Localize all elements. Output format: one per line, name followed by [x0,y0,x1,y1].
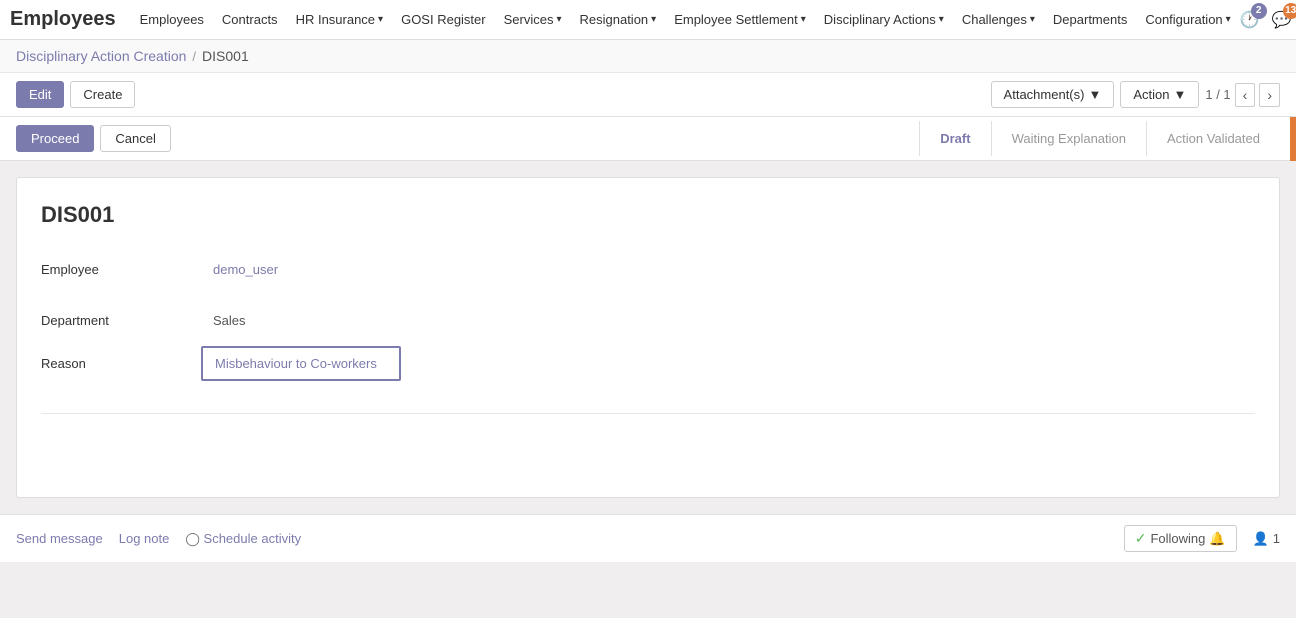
schedule-activity-link[interactable]: ◯ Schedule activity [185,531,301,547]
caret-icon: ▾ [651,14,656,25]
attachments-label: Attachment(s) [1004,87,1085,102]
followers-count: 👤 1 [1253,531,1280,547]
caret-icon: ▾ [378,14,383,25]
breadcrumb: Disciplinary Action Creation / DIS001 [0,40,1296,73]
status-steps: Draft Waiting Explanation Action Validat… [919,121,1280,156]
nav-item-disciplinary-actions[interactable]: Disciplinary Actions▾ [816,0,952,40]
following-label: Following [1150,531,1205,546]
employee-label: Employee [41,252,201,287]
caret-icon: ▾ [1030,14,1035,25]
step-waiting[interactable]: Waiting Explanation [991,121,1146,156]
top-nav: Employees EmployeesContractsHR Insurance… [0,0,1296,40]
action-button[interactable]: Action ▼ [1120,81,1199,108]
followers-number: 1 [1273,531,1280,546]
reason-value[interactable]: Misbehaviour to Co-workers [201,346,401,381]
pagination-text: 1 / 1 [1205,87,1230,102]
following-bell-icon: 🔔 [1209,531,1225,547]
following-button[interactable]: ✓ Following 🔔 [1124,525,1237,552]
breadcrumb-parent[interactable]: Disciplinary Action Creation [16,48,186,64]
status-bar-wrapper: Proceed Cancel Draft Waiting Explanation… [0,117,1296,161]
nav-item-configuration[interactable]: Configuration▾ [1137,0,1238,40]
department-label: Department [41,303,201,338]
footer: Send message Log note ◯ Schedule activit… [0,514,1296,562]
caret-icon: ▾ [939,14,944,25]
nav-right: 🕐 2 💬 13 🔔 👤 Administrator ▼ [1239,4,1296,36]
step-validated[interactable]: Action Validated [1146,121,1280,156]
nav-item-employee-settlement[interactable]: Employee Settlement▾ [666,0,814,40]
nav-items: EmployeesContractsHR Insurance▾GOSI Regi… [132,0,1239,40]
nav-item-contracts[interactable]: Contracts [214,0,286,40]
create-button[interactable]: Create [70,81,135,108]
following-check-icon: ✓ [1135,530,1147,547]
schedule-icon: ◯ [185,531,200,546]
employee-value[interactable]: demo_user [201,252,1255,287]
cancel-button[interactable]: Cancel [100,125,170,152]
reason-value-cell: Misbehaviour to Co-workers [201,338,1255,389]
log-note-link[interactable]: Log note [119,531,170,546]
action-label: Action [1133,87,1169,102]
proceed-button[interactable]: Proceed [16,125,94,152]
nav-item-hr-insurance[interactable]: HR Insurance▾ [288,0,392,40]
attachments-button[interactable]: Attachment(s) ▼ [991,81,1115,108]
attachments-caret: ▼ [1088,87,1101,102]
nav-item-gosi-register[interactable]: GOSI Register [393,0,494,40]
record-title: DIS001 [41,202,1255,228]
nav-item-challenges[interactable]: Challenges▾ [954,0,1043,40]
reason-label: Reason [41,346,201,381]
brand-logo: Employees [10,8,116,31]
edit-button[interactable]: Edit [16,81,64,108]
clock-icon-badge[interactable]: 🕐 2 [1239,9,1261,31]
clock-badge: 2 [1251,3,1267,19]
caret-icon: ▾ [556,14,561,25]
pagination: 1 / 1 ‹ › [1205,83,1280,107]
prev-page-button[interactable]: ‹ [1235,83,1256,107]
notes-area [41,413,1255,473]
chat-icon-badge[interactable]: 💬 13 [1271,9,1293,31]
caret-icon: ▾ [801,14,806,25]
breadcrumb-current: DIS001 [202,48,249,64]
caret-icon: ▾ [1226,14,1231,25]
breadcrumb-separator: / [192,49,196,64]
main-content: DIS001 Employee demo_user Department Sal… [0,161,1296,514]
action-caret: ▼ [1173,87,1186,102]
nav-item-services[interactable]: Services▾ [496,0,570,40]
nav-item-departments[interactable]: Departments [1045,0,1135,40]
step-draft[interactable]: Draft [919,121,990,156]
send-message-link[interactable]: Send message [16,531,103,546]
followers-icon: 👤 [1253,531,1269,547]
orange-accent-bar [1290,117,1296,161]
nav-item-resignation[interactable]: Resignation▾ [572,0,665,40]
nav-item-employees[interactable]: Employees [132,0,212,40]
toolbar: Edit Create Attachment(s) ▼ Action ▼ 1 /… [0,73,1296,117]
status-bar: Proceed Cancel Draft Waiting Explanation… [0,117,1296,161]
next-page-button[interactable]: › [1259,83,1280,107]
form-grid: Employee demo_user Department Sales Reas… [41,252,1255,389]
chat-badge: 13 [1283,3,1296,19]
workflow-buttons: Proceed Cancel [16,117,171,160]
record-card: DIS001 Employee demo_user Department Sal… [16,177,1280,498]
footer-right: ✓ Following 🔔 👤 1 [1124,525,1280,552]
department-value[interactable]: Sales [201,303,1255,338]
